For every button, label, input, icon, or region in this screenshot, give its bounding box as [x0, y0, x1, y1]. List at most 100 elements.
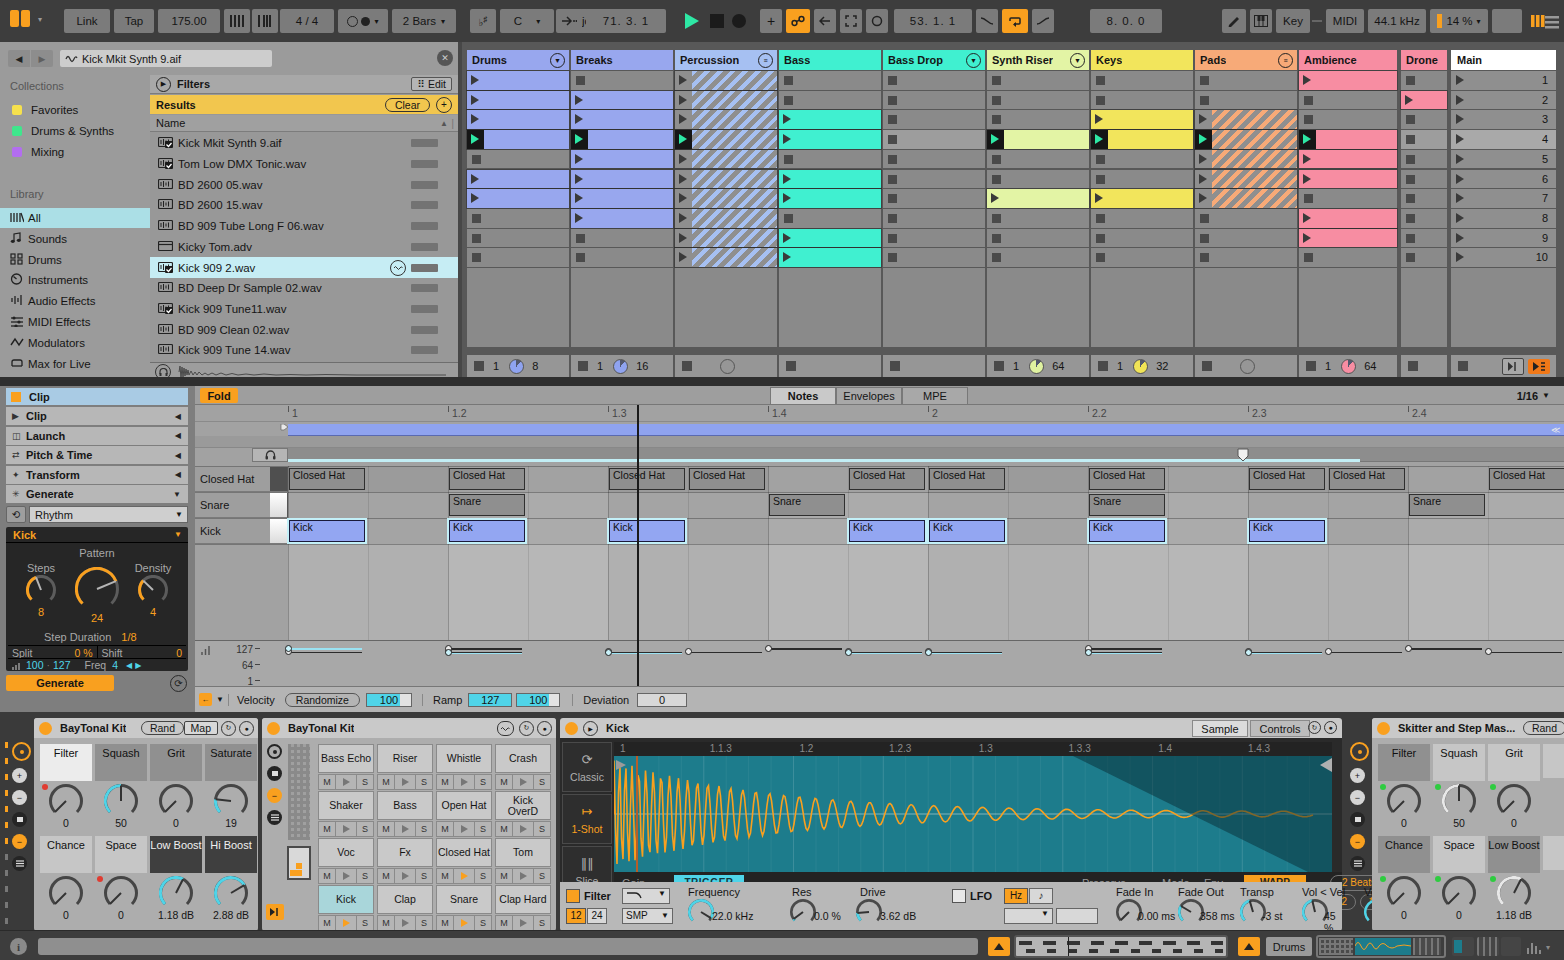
time-signature[interactable]: 4 / 4 [280, 9, 334, 33]
key-signature-icon[interactable]: ♭♯ [470, 9, 496, 33]
clip-slot[interactable] [571, 209, 673, 228]
clip-slot[interactable] [987, 110, 1089, 129]
clip[interactable] [588, 130, 673, 149]
clip-stop-button[interactable] [992, 115, 1001, 124]
scene-slot[interactable]: 2 [1451, 91, 1556, 110]
clip[interactable] [484, 130, 569, 149]
clip[interactable] [796, 110, 881, 129]
note-kick[interactable]: Kick [1249, 520, 1325, 542]
clip-slot[interactable] [1195, 91, 1297, 110]
search-clear-button[interactable]: ✕ [437, 50, 453, 66]
sampler-tab-sample[interactable]: Sample [1192, 720, 1248, 737]
pad-mute-button[interactable]: M [495, 821, 513, 837]
track-stop-button[interactable] [994, 361, 1004, 371]
clip-slot[interactable] [1401, 248, 1447, 267]
clip-slot[interactable] [571, 248, 673, 267]
clip-play-button[interactable] [1091, 110, 1109, 129]
clip-stop-button[interactable] [1304, 115, 1313, 124]
sidebar-item-modulators[interactable]: Modulators [0, 333, 150, 353]
clip-play-button[interactable] [675, 71, 693, 90]
clip-play-button[interactable] [675, 248, 693, 267]
fold-button[interactable]: Fold [200, 388, 238, 403]
clip-slot[interactable] [1091, 170, 1193, 189]
clip-slot[interactable] [467, 209, 569, 228]
groove-amount-icon[interactable] [252, 9, 278, 33]
file-row[interactable]: Kick 909 Tune 14.wav [150, 340, 458, 361]
pad-play-button[interactable] [395, 821, 415, 837]
note-closed-hat[interactable]: Closed Hat [849, 468, 925, 490]
ramp-from[interactable]: 127 [468, 693, 512, 707]
clip-slot[interactable] [1195, 130, 1297, 149]
clip[interactable] [1212, 150, 1297, 169]
clip-slot[interactable] [467, 229, 569, 248]
draw-mode-button[interactable] [840, 9, 862, 33]
pad-mute-button[interactable]: M [436, 868, 454, 884]
generator-knob-density[interactable] [138, 575, 168, 605]
macro-knob[interactable] [1442, 784, 1476, 818]
loop-start-position[interactable]: 53. 1. 1 [894, 9, 972, 33]
clip-playing-button[interactable] [571, 130, 589, 149]
clip-slot[interactable] [1195, 209, 1297, 228]
scene-play-button[interactable] [1456, 193, 1464, 203]
clip[interactable] [692, 248, 777, 267]
clip-slot[interactable] [675, 209, 777, 228]
pad-mute-button[interactable]: M [436, 915, 454, 931]
clip-slot[interactable] [1299, 189, 1397, 208]
clip-slot[interactable] [779, 110, 881, 129]
note-snare[interactable]: Snare [449, 494, 525, 516]
deviation-value[interactable]: 0 [637, 693, 687, 707]
clip-slot[interactable] [1299, 209, 1397, 228]
clip-slot[interactable] [675, 170, 777, 189]
file-row[interactable]: BD 909 Clean 02.wav [150, 319, 458, 340]
capture-midi-button[interactable] [814, 9, 836, 33]
session-overdub-button[interactable] [786, 9, 810, 33]
clip-play-button[interactable] [675, 91, 693, 110]
velocity-marker[interactable] [285, 645, 292, 652]
rand-button[interactable]: Rand [141, 721, 184, 735]
clip-play-button[interactable] [675, 150, 693, 169]
clip-slot[interactable] [1299, 248, 1397, 267]
scene-play-button[interactable] [1456, 252, 1464, 262]
clip-stop-button[interactable] [784, 155, 793, 164]
clip-stop-button[interactable] [576, 253, 585, 262]
clip-stop-button[interactable] [1304, 96, 1313, 105]
lane-select[interactable]: ▼ [216, 695, 224, 704]
scene-slot[interactable]: 9 [1451, 229, 1556, 248]
pad-solo-button[interactable]: S [356, 868, 374, 884]
clip-slot[interactable] [1299, 229, 1397, 248]
map-button[interactable]: Map [184, 721, 218, 735]
save-icon[interactable]: ● [1324, 721, 1337, 734]
search-input[interactable]: Kick Mkit Synth 9.aif [60, 50, 272, 67]
clip-stop-button[interactable] [888, 96, 897, 105]
pad-overview-strip[interactable] [288, 744, 310, 840]
track-stop-button[interactable] [474, 361, 484, 371]
clip-play-button[interactable] [779, 170, 797, 189]
velocity-marker[interactable] [1325, 648, 1332, 655]
velocity-marker[interactable] [925, 649, 932, 656]
clip-playing-button[interactable] [987, 130, 1005, 149]
pad-mute-button[interactable]: M [495, 868, 513, 884]
clip[interactable] [692, 130, 777, 149]
clip-slot[interactable] [675, 150, 777, 169]
macro-space[interactable]: Space0 [95, 836, 147, 922]
info-icon[interactable]: i [10, 938, 27, 955]
velocity-marker[interactable] [1085, 649, 1092, 656]
clip-play-button[interactable] [1195, 189, 1213, 208]
filter-checkbox[interactable] [566, 889, 580, 903]
step-duration-value[interactable]: 1/8 [121, 631, 136, 643]
clip-stop-button[interactable] [888, 135, 897, 144]
filter-circuit-select[interactable]: SMP▼ [622, 908, 673, 924]
note-snare[interactable]: Snare [1409, 494, 1485, 516]
pad-solo-button[interactable]: S [533, 821, 551, 837]
clip-stop-button[interactable] [1200, 96, 1209, 105]
track-stop-button[interactable] [1202, 361, 1212, 371]
pad-play-button[interactable] [336, 868, 356, 884]
sidebar-item-drums-synths[interactable]: Drums & Synths [0, 121, 150, 141]
clip-stop-button[interactable] [1096, 155, 1105, 164]
clip[interactable] [588, 209, 673, 228]
save-icon[interactable]: ● [537, 721, 552, 736]
clip-slot[interactable] [1299, 110, 1397, 129]
pad-play-button[interactable] [513, 868, 533, 884]
pad-solo-button[interactable]: S [533, 915, 551, 931]
regenerate-button[interactable]: ⟳ [170, 675, 187, 692]
